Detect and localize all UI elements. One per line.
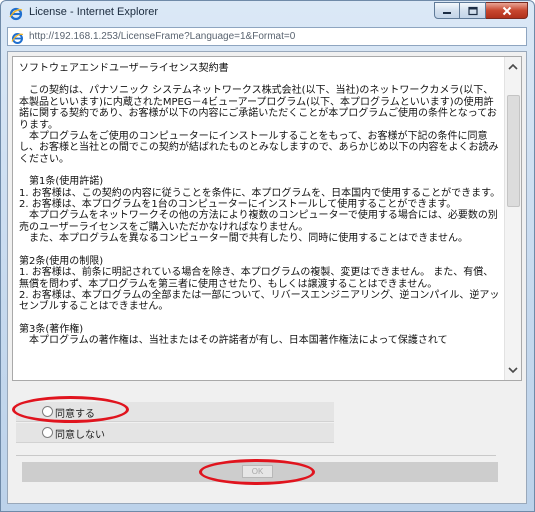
close-icon [502, 6, 511, 15]
scroll-up-button[interactable] [505, 59, 521, 75]
scroll-thumb[interactable] [507, 95, 520, 207]
license-text-area[interactable]: ソフトウェアエンドユーザーライセンス契約書 この契約は、パナソニック システムネ… [12, 56, 522, 381]
ie-window: License - Internet Explorer http://192.1… [0, 0, 535, 512]
window-controls [434, 2, 528, 19]
ok-button[interactable]: OK [242, 465, 273, 478]
ie-page-icon [11, 30, 24, 44]
license-paragraph: 第1条(使用許諾) 1. お客様は、この契約の内容に従うことを条件に、本プログラ… [19, 176, 501, 245]
license-heading: ソフトウェアエンドユーザーライセンス契約書 [19, 63, 229, 74]
disagree-label: 同意しない [55, 430, 105, 441]
page-content: ソフトウェアエンドユーザーライセンス契約書 この契約は、パナソニック システムネ… [7, 51, 527, 504]
agree-label: 同意する [55, 409, 95, 420]
license-text: ソフトウェアエンドユーザーライセンス契約書 この契約は、パナソニック システムネ… [19, 63, 503, 358]
minimize-icon [443, 11, 451, 14]
title-bar[interactable]: License - Internet Explorer [1, 1, 534, 25]
license-paragraph: 第3条(著作権) 本プログラムの著作権は、当社またはその許諾者が有し、日本国著作… [19, 323, 448, 347]
minimize-button[interactable] [434, 2, 460, 19]
agree-radio[interactable] [42, 406, 53, 417]
agree-option[interactable]: 同意する [16, 402, 334, 422]
chevron-up-icon [508, 63, 518, 70]
maximize-button[interactable] [460, 2, 486, 19]
window-title: License - Internet Explorer [29, 6, 159, 18]
ie-logo-icon [9, 6, 23, 21]
maximize-icon [467, 6, 478, 15]
license-scrollbar[interactable] [504, 57, 521, 380]
button-bar: OK [22, 462, 498, 482]
disagree-radio[interactable] [42, 427, 53, 438]
disagree-option[interactable]: 同意しない [16, 423, 334, 443]
address-bar[interactable]: http://192.168.1.253/LicenseFrame?Langua… [7, 27, 527, 46]
license-paragraph: この契約は、パナソニック システムネットワークス株式会社(以下、当社)のネットワ… [19, 85, 499, 165]
license-paragraph: 第2条(使用の制限) 1. お客様は、前条に明記されている場合を除き、本プログラ… [19, 255, 500, 313]
address-url: http://192.168.1.253/LicenseFrame?Langua… [29, 31, 296, 42]
scroll-down-button[interactable] [505, 362, 521, 378]
chevron-down-icon [508, 367, 518, 374]
close-button[interactable] [486, 2, 528, 19]
divider [16, 455, 496, 456]
